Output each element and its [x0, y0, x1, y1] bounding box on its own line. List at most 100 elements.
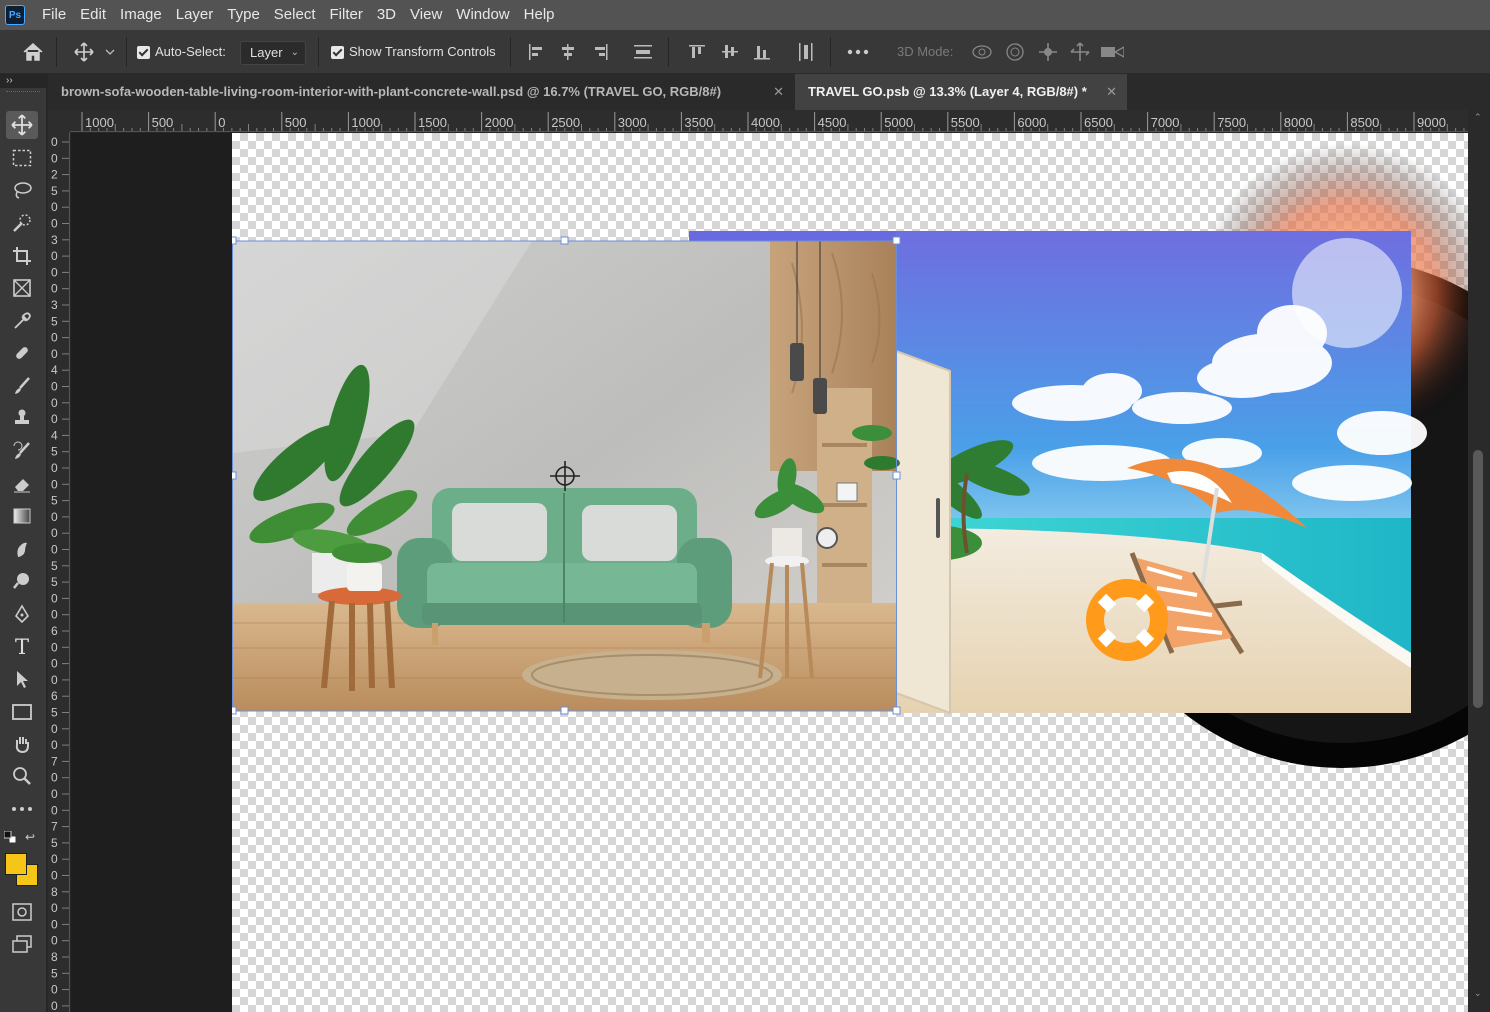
- ruler-label: 5: [51, 494, 58, 508]
- ruler-label: 0: [51, 461, 58, 475]
- ruler-label: 5000: [884, 115, 913, 130]
- ruler-label: 0: [51, 282, 58, 296]
- ruler-label: 8500: [1350, 115, 1379, 130]
- gradient-tool-icon[interactable]: [6, 502, 38, 530]
- eraser-tool-icon[interactable]: [6, 470, 38, 498]
- scrollbar-thumb[interactable]: [1473, 450, 1483, 708]
- path-select-tool-icon[interactable]: [6, 665, 38, 693]
- close-icon[interactable]: ✕: [773, 74, 784, 110]
- align-bottom-icon[interactable]: [750, 41, 774, 63]
- auto-select-checkbox[interactable]: [137, 46, 150, 59]
- ruler-label: 5: [51, 184, 58, 198]
- tools-panel: T ↩: [0, 88, 46, 1012]
- ruler-label: 0: [51, 217, 58, 231]
- options-bar: Auto-Select: Layer ⌄ Show Transform Cont…: [0, 30, 1490, 74]
- pen-tool-icon[interactable]: [6, 600, 38, 628]
- tab-living-room-psd[interactable]: brown-sofa-wooden-table-living-room-inte…: [48, 74, 794, 110]
- ruler-label: 5500: [951, 115, 980, 130]
- align-top-icon[interactable]: [685, 41, 709, 63]
- ruler-label: 0: [51, 412, 58, 426]
- swap-colors-icon[interactable]: ↩: [25, 830, 39, 844]
- ruler-label: 5: [51, 445, 58, 459]
- align-middle-v-icon[interactable]: [718, 41, 742, 63]
- 3d-pan-icon[interactable]: [1036, 41, 1060, 63]
- ruler-label: 0: [51, 151, 58, 165]
- stamp-tool-icon[interactable]: [6, 404, 38, 432]
- smudge-tool-icon[interactable]: [6, 535, 38, 563]
- 3d-camera-icon[interactable]: [1100, 41, 1124, 63]
- ruler-label: 500: [285, 115, 307, 130]
- frame-tool-icon[interactable]: [6, 274, 38, 302]
- distribute-horizontal-icon[interactable]: [631, 41, 655, 63]
- menu-select[interactable]: Select: [267, 0, 323, 30]
- tab-travel-go-psb[interactable]: TRAVEL GO.psb @ 13.3% (Layer 4, RGB/8#) …: [795, 74, 1127, 110]
- more-tools-icon[interactable]: [6, 795, 38, 823]
- eyedropper-tool-icon[interactable]: [6, 307, 38, 335]
- ruler-label: 3: [51, 233, 58, 247]
- lasso-tool-icon[interactable]: [6, 176, 38, 204]
- close-icon[interactable]: ✕: [1106, 74, 1117, 110]
- zoom-tool-icon[interactable]: [6, 762, 38, 790]
- ruler-label: 0: [51, 396, 58, 410]
- more-options-icon[interactable]: [846, 41, 870, 63]
- foreground-color-swatch[interactable]: [5, 853, 27, 875]
- ruler-label: 6000: [1017, 115, 1046, 130]
- ruler-label: 4: [51, 428, 58, 442]
- menu-help[interactable]: Help: [517, 0, 562, 30]
- 3d-roll-icon[interactable]: [1003, 41, 1027, 63]
- menu-image[interactable]: Image: [113, 0, 169, 30]
- ruler-label: 0: [51, 934, 58, 948]
- menu-type[interactable]: Type: [220, 0, 267, 30]
- ruler-label: 0: [51, 640, 58, 654]
- ruler-origin[interactable]: [48, 110, 70, 132]
- menu-file[interactable]: File: [35, 0, 73, 30]
- ruler-label: 500: [152, 115, 174, 130]
- menu-3d[interactable]: 3D: [370, 0, 403, 30]
- menu-layer[interactable]: Layer: [169, 0, 221, 30]
- ruler-label: 0: [218, 115, 225, 130]
- scroll-down-icon[interactable]: ⌄: [1474, 988, 1482, 999]
- menu-filter[interactable]: Filter: [323, 0, 370, 30]
- horizontal-ruler[interactable]: 1000 500 0 500 1000 1500 2000 2500 3000 3500 4000 4…: [70, 110, 1468, 132]
- dodge-tool-icon[interactable]: [6, 567, 38, 595]
- ruler-label: 4000: [751, 115, 780, 130]
- transform-handle-left: [232, 471, 237, 480]
- home-icon[interactable]: [20, 40, 46, 64]
- healing-brush-tool-icon[interactable]: [6, 339, 38, 367]
- default-colors-icon[interactable]: [3, 830, 17, 844]
- ruler-label: 0: [51, 983, 58, 997]
- quick-mask-icon[interactable]: [6, 898, 38, 926]
- brush-tool-icon[interactable]: [6, 372, 38, 400]
- history-brush-tool-icon[interactable]: [6, 437, 38, 465]
- scroll-up-icon[interactable]: ⌃: [1474, 112, 1482, 123]
- chevron-down-icon[interactable]: [100, 41, 120, 63]
- distribute-vertical-icon[interactable]: [794, 41, 818, 63]
- marquee-tool-icon[interactable]: [6, 144, 38, 172]
- chevron-down-icon: ⌄: [290, 47, 299, 58]
- dropdown-value: Layer: [250, 45, 283, 60]
- vertical-scrollbar[interactable]: ⌃ ⌄: [1468, 110, 1490, 1012]
- align-right-icon[interactable]: [589, 41, 613, 63]
- auto-select-target-dropdown[interactable]: Layer ⌄: [240, 41, 306, 65]
- menu-view[interactable]: View: [403, 0, 449, 30]
- align-left-icon[interactable]: [524, 41, 548, 63]
- align-center-h-icon[interactable]: [556, 41, 580, 63]
- screen-mode-icon[interactable]: [6, 930, 38, 958]
- rectangle-tool-icon[interactable]: [6, 698, 38, 726]
- ruler-label: 7: [51, 820, 58, 834]
- move-tool-preset-icon[interactable]: [72, 41, 96, 63]
- vertical-ruler[interactable]: 0 0 2 5 0 0 3 0 0 0 3 5 0 0 4 0 0 0 4 5 0 0 5 0 0 0 5 5 0 0 6 0 0 0 6 5 0 0 7 0…: [48, 132, 70, 1012]
- document-canvas[interactable]: [232, 133, 1468, 1012]
- show-transform-checkbox[interactable]: [331, 46, 344, 59]
- 3d-slide-icon[interactable]: [1068, 41, 1092, 63]
- 3d-orbit-icon[interactable]: [970, 41, 994, 63]
- crop-tool-icon[interactable]: [6, 242, 38, 270]
- quick-select-tool-icon[interactable]: [6, 209, 38, 237]
- menu-window[interactable]: Window: [449, 0, 516, 30]
- collapse-panel-icon[interactable]: ››: [6, 75, 13, 86]
- menu-edit[interactable]: Edit: [73, 0, 113, 30]
- hand-tool-icon[interactable]: [6, 730, 38, 758]
- ruler-label: 3500: [684, 115, 713, 130]
- move-tool-icon[interactable]: [6, 111, 38, 139]
- type-tool-icon[interactable]: T: [6, 633, 38, 661]
